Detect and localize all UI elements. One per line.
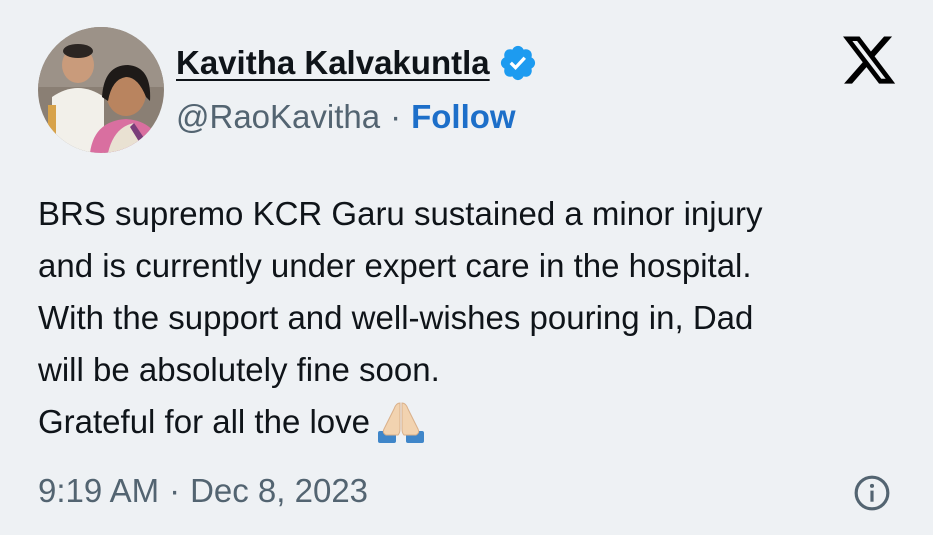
tweet-text-line: BRS supremo KCR Garu sustained a minor i…: [38, 195, 763, 232]
tweet-timestamp[interactable]: 9:19 AM · Dec 8, 2023: [38, 466, 368, 516]
tweet-date: Dec 8, 2023: [190, 472, 369, 509]
tweet-text-line: will be absolutely fine soon.: [38, 351, 440, 388]
author-handle[interactable]: @RaoKavitha: [176, 98, 380, 136]
tweet-text-last-line: Grateful for all the love: [38, 396, 908, 448]
tweet-time: 9:19 AM: [38, 472, 160, 509]
author-handle-row: @RaoKavitha · Follow: [176, 95, 516, 139]
tweet-text-line: and is currently under expert care in th…: [38, 247, 752, 284]
tweet-embed-card: Kavitha Kalvakuntla @RaoKavitha · Follow…: [0, 0, 933, 535]
avatar[interactable]: [38, 27, 164, 153]
tweet-text-line: Grateful for all the love: [38, 403, 370, 440]
info-icon[interactable]: [853, 474, 891, 512]
follow-button[interactable]: Follow: [411, 98, 515, 136]
tweet-text-line: With the support and well-wishes pouring…: [38, 299, 754, 336]
tweet-text: BRS supremo KCR Garu sustained a minor i…: [38, 188, 908, 448]
author-name-row: Kavitha Kalvakuntla: [176, 38, 538, 88]
x-logo-icon[interactable]: [840, 33, 898, 87]
avatar-image: [38, 27, 164, 153]
folded-hands-icon: [376, 399, 426, 443]
separator-dot: ·: [169, 472, 181, 509]
author-display-name[interactable]: Kavitha Kalvakuntla: [176, 44, 490, 82]
verified-badge-icon: [498, 43, 538, 83]
separator-dot: ·: [390, 98, 402, 135]
